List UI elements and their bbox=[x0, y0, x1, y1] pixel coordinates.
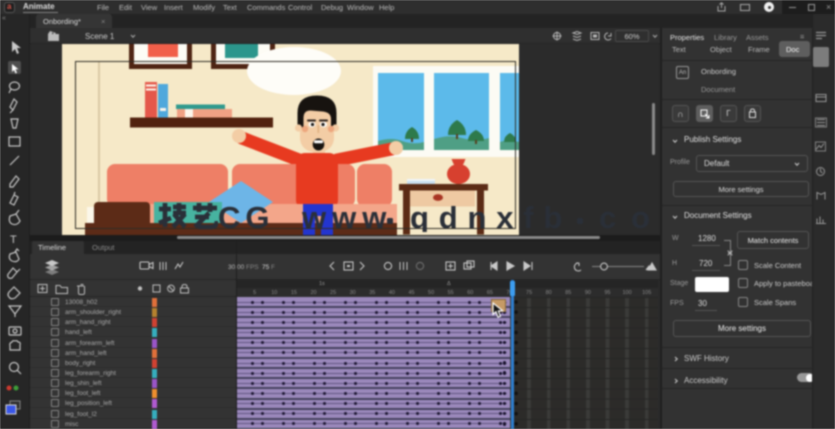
svg-text:FPS: FPS bbox=[246, 264, 259, 271]
svg-text:T: T bbox=[10, 234, 17, 246]
svg-text:75: 75 bbox=[262, 264, 270, 271]
svg-text:F: F bbox=[271, 264, 275, 271]
